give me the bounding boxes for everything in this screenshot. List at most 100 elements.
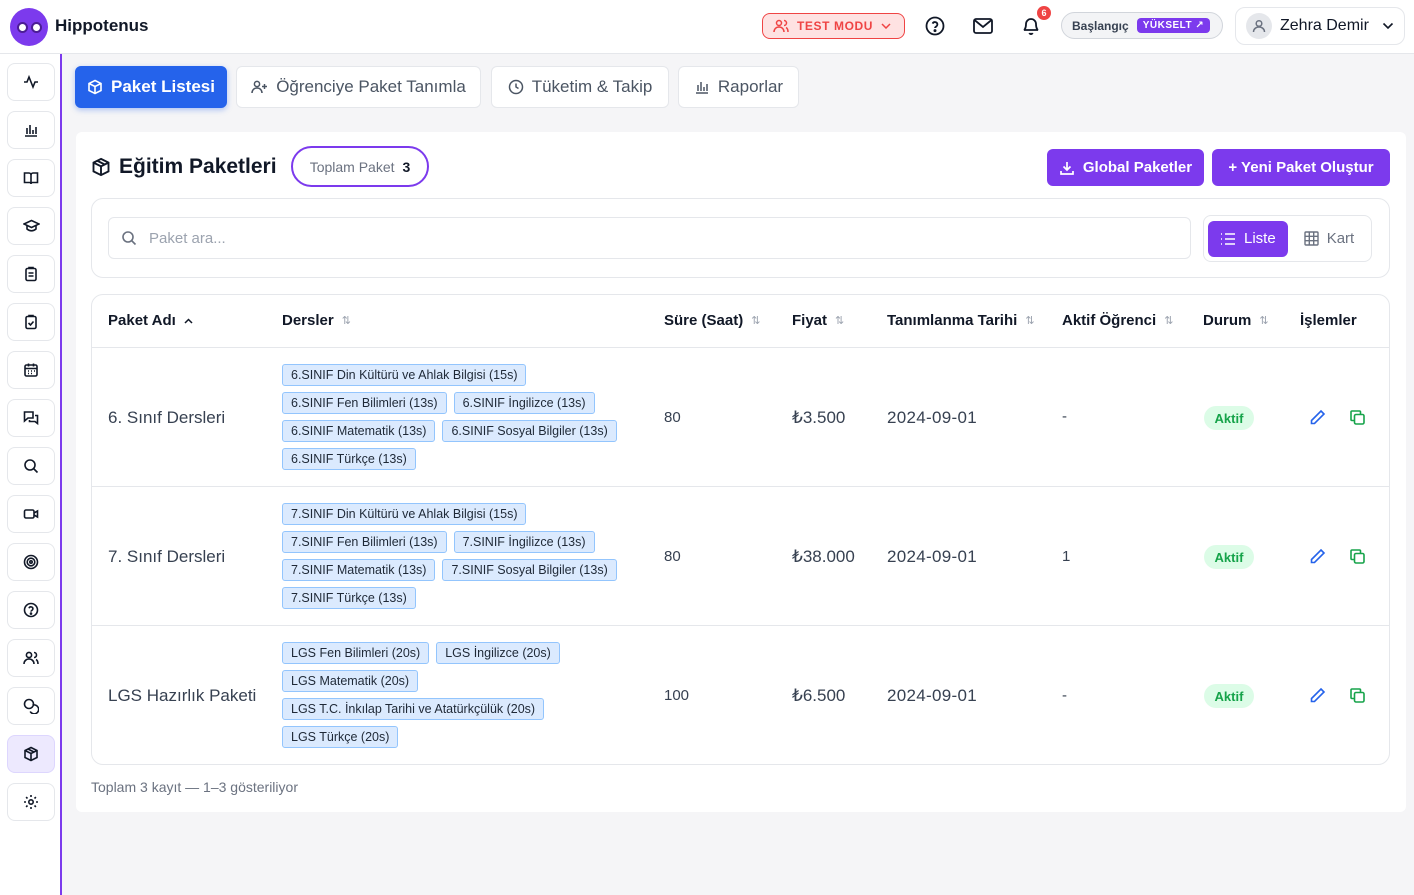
sidebar-item-activity[interactable] xyxy=(7,63,55,101)
course-chips: 7.SINIF Din Kültürü ve Ahlak Bilgisi (15… xyxy=(282,503,632,609)
avatar xyxy=(1246,13,1272,39)
graduation-cap-icon xyxy=(22,219,40,232)
sort-icon: ⇅ xyxy=(341,315,351,327)
column-header-status[interactable]: Durum ⇅ xyxy=(1203,312,1269,329)
course-chip: LGS Fen Bilimleri (20s) xyxy=(282,642,430,664)
new-package-button[interactable]: + Yeni Paket Oluştur xyxy=(1212,149,1390,186)
list-view-label: Liste xyxy=(1244,230,1276,247)
package-date: 2024-09-01 xyxy=(887,547,977,566)
package-name: LGS Hazırlık Paketi xyxy=(108,686,257,705)
sort-icon: ⇅ xyxy=(835,315,845,327)
mail-icon[interactable] xyxy=(971,14,995,38)
package-date: 2024-09-01 xyxy=(887,686,977,705)
course-chip: LGS Matematik (20s) xyxy=(282,670,419,692)
users-icon xyxy=(23,651,39,665)
divider xyxy=(92,625,1389,626)
video-icon xyxy=(23,509,39,519)
card-view-label: Kart xyxy=(1326,230,1355,247)
sidebar-item-statistics[interactable] xyxy=(7,111,55,149)
sort-icon: ⇅ xyxy=(751,315,761,327)
user-menu[interactable]: Zehra Demir xyxy=(1235,7,1405,45)
sidebar xyxy=(0,54,62,895)
list-icon xyxy=(1221,232,1235,245)
tab-consumption[interactable]: Tüketim & Takip xyxy=(491,66,669,108)
course-chip: LGS Türkçe (20s) xyxy=(282,726,399,748)
search-input[interactable] xyxy=(149,229,1178,247)
course-chip: 6.SINIF Türkçe (13s) xyxy=(282,448,416,470)
sidebar-item-help[interactable] xyxy=(7,591,55,629)
column-header-date[interactable]: Tanımlanma Tarihi ⇅ xyxy=(887,312,1035,329)
calendar-icon xyxy=(24,363,38,377)
course-chip: 6.SINIF Din Kültürü ve Ahlak Bilgisi (15… xyxy=(282,364,527,386)
sidebar-item-goals[interactable] xyxy=(7,543,55,581)
notification-badge: 6 xyxy=(1037,6,1051,20)
copy-icon[interactable] xyxy=(1347,685,1367,705)
test-mode-dropdown[interactable]: TEST MODU xyxy=(762,13,905,39)
chevron-up-icon xyxy=(184,317,193,324)
course-chip: 7.SINIF Din Kültürü ve Ahlak Bilgisi (15… xyxy=(282,503,527,525)
total-packages-label: Toplam Paket xyxy=(309,158,395,175)
divider xyxy=(92,486,1389,487)
sort-icon: ⇅ xyxy=(1259,315,1269,327)
status-badge: Aktif xyxy=(1204,684,1254,708)
copy-icon[interactable] xyxy=(1347,407,1367,427)
sidebar-item-live-lessons[interactable] xyxy=(7,495,55,533)
search-box[interactable] xyxy=(108,217,1191,259)
edit-icon[interactable] xyxy=(1307,685,1327,705)
tab-assign-package[interactable]: Öğrenciye Paket Tanımla xyxy=(236,66,481,108)
sidebar-item-exams[interactable] xyxy=(7,303,55,341)
sidebar-item-users[interactable] xyxy=(7,639,55,677)
sidebar-item-settings[interactable] xyxy=(7,783,55,821)
course-chips: LGS Fen Bilimleri (20s) LGS İngilizce (20… xyxy=(282,642,632,748)
course-chip: 6.SINIF Fen Bilimleri (13s) xyxy=(282,392,447,414)
package-icon xyxy=(24,746,38,762)
edit-icon[interactable] xyxy=(1307,546,1327,566)
package-hours: 80 xyxy=(664,409,681,426)
tab-package-list[interactable]: Paket Listesi xyxy=(75,66,227,108)
global-packages-button[interactable]: Global Paketler xyxy=(1047,149,1204,186)
sidebar-item-packages[interactable] xyxy=(7,735,55,773)
tab-label: Öğrenciye Paket Tanımla xyxy=(276,77,466,96)
tab-reports[interactable]: Raporlar xyxy=(678,66,799,108)
global-packages-label: Global Paketler xyxy=(1082,159,1193,176)
card-view-button[interactable]: Kart xyxy=(1292,221,1367,257)
column-header-price[interactable]: Fiyat ⇅ xyxy=(792,312,844,329)
tab-label: Raporlar xyxy=(717,77,784,96)
package-icon xyxy=(88,79,102,95)
column-header-active-students[interactable]: Aktif Öğrenci ⇅ xyxy=(1062,312,1173,329)
sidebar-item-search[interactable] xyxy=(7,447,55,485)
user-icon xyxy=(1252,19,1266,33)
copy-icon[interactable] xyxy=(1347,546,1367,566)
tab-label: Paket Listesi xyxy=(111,77,215,96)
help-circle-icon[interactable] xyxy=(923,14,947,38)
top-bar: Hippotenus TEST MODU 6 Başlangıç YÜKSELT… xyxy=(0,0,1414,54)
package-price: ₺3.500 xyxy=(792,408,846,427)
grid-icon xyxy=(1303,231,1319,246)
sidebar-item-messages[interactable] xyxy=(7,399,55,437)
sidebar-item-payments[interactable] xyxy=(7,687,55,725)
upgrade-button[interactable]: YÜKSELT ↗ xyxy=(1136,18,1211,33)
course-chip: 7.SINIF Sosyal Bilgiler (13s) xyxy=(442,559,617,581)
column-header-hours[interactable]: Süre (Saat) ⇅ xyxy=(664,312,760,329)
package-name: 7. Sınıf Dersleri xyxy=(108,547,226,566)
sidebar-item-calendar[interactable] xyxy=(7,351,55,389)
book-open-icon xyxy=(23,172,39,185)
column-header-name[interactable]: Paket Adı xyxy=(108,312,193,329)
sidebar-item-assignments[interactable] xyxy=(7,255,55,293)
column-header-courses[interactable]: Dersler ⇅ xyxy=(282,312,351,329)
package-hours: 80 xyxy=(664,548,681,565)
list-view-button[interactable]: Liste xyxy=(1208,220,1288,257)
sidebar-item-courses[interactable] xyxy=(7,159,55,197)
plan-badge[interactable]: Başlangıç YÜKSELT ↗ xyxy=(1061,12,1223,39)
edit-icon[interactable] xyxy=(1307,407,1327,427)
package-price: ₺6.500 xyxy=(792,686,846,705)
package-price: ₺38.000 xyxy=(792,547,855,566)
course-chip: 7.SINIF Fen Bilimleri (13s) xyxy=(282,531,447,553)
hippo-logo-icon[interactable] xyxy=(10,8,48,46)
sidebar-item-education[interactable] xyxy=(7,207,55,245)
plan-label: Başlangıç xyxy=(1072,18,1129,33)
user-plus-icon xyxy=(251,80,268,94)
test-mode-label: TEST MODU xyxy=(797,19,874,33)
total-packages-value: 3 xyxy=(402,158,411,175)
sort-icon: ⇅ xyxy=(1025,315,1035,327)
